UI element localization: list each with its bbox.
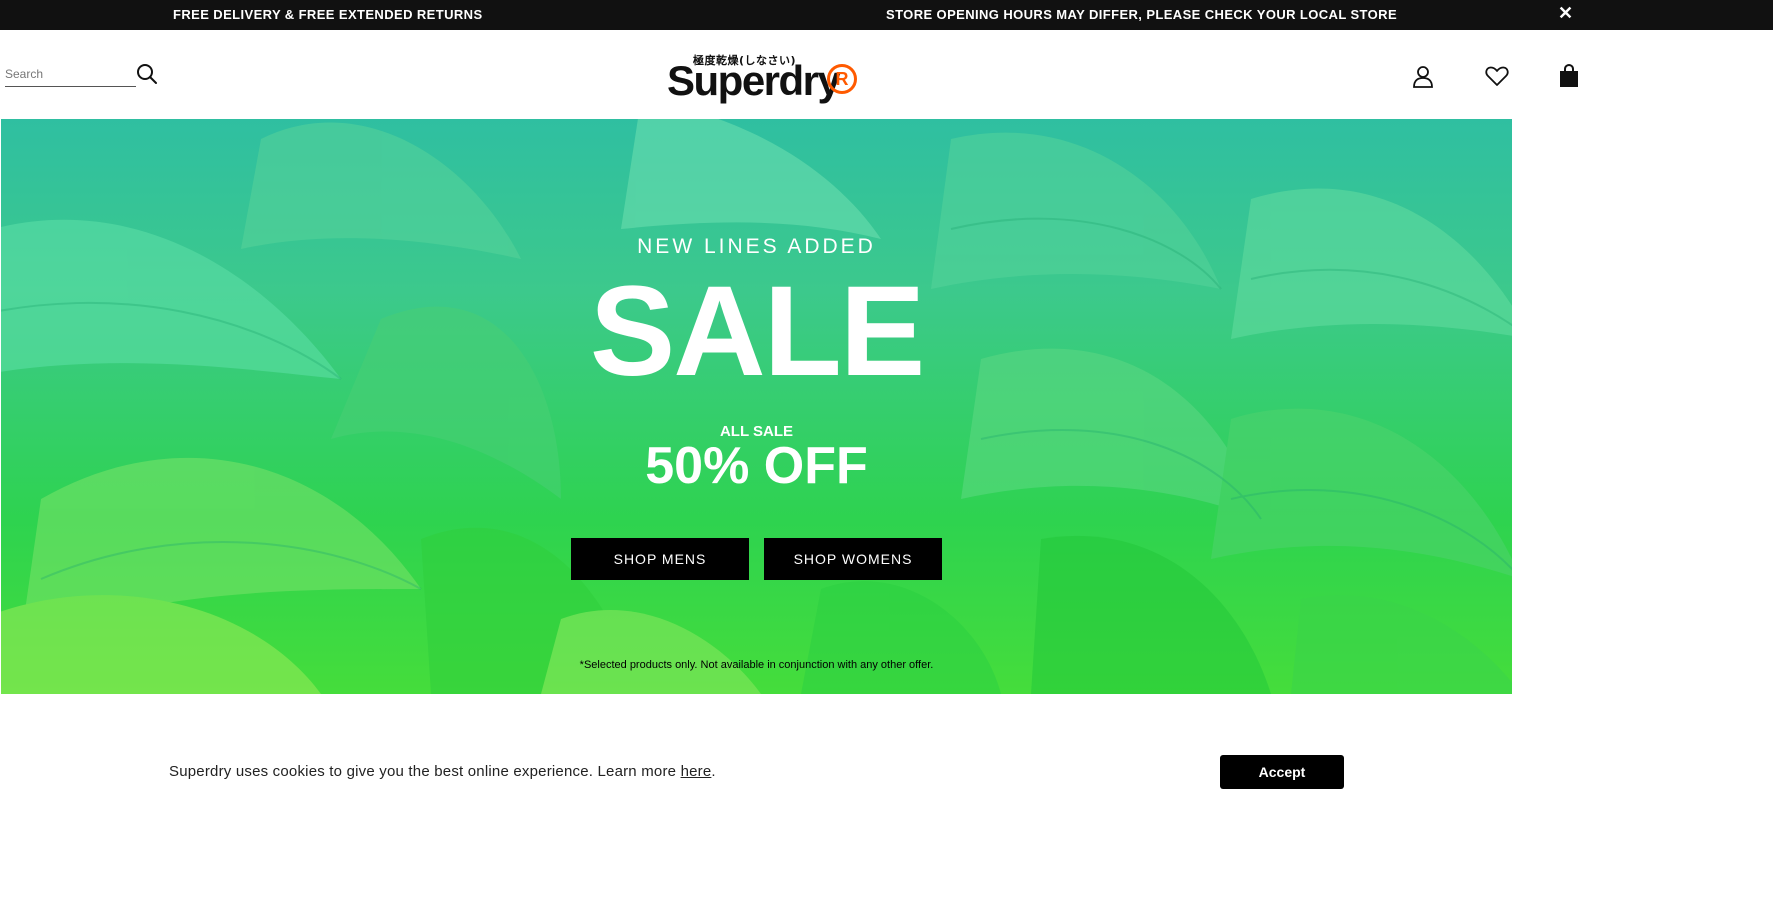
hero-headline: SALE: [589, 260, 925, 403]
logo-registered-mark: R: [827, 64, 857, 94]
hero-eyebrow: NEW LINES ADDED: [637, 235, 876, 258]
account-icon[interactable]: [1411, 64, 1435, 88]
search-icon[interactable]: [136, 63, 158, 85]
announcement-store-hours: STORE OPENING HOURS MAY DIFFER, PLEASE C…: [886, 7, 1398, 22]
superdry-logo[interactable]: 極度乾燥(しなさい) Superdry R: [667, 52, 867, 104]
announcement-delivery: FREE DELIVERY & FREE EXTENDED RETURNS: [173, 7, 483, 22]
logo-wordmark: Superdry: [667, 57, 841, 104]
hero-disclaimer: *Selected products only. Not available i…: [579, 659, 934, 671]
hero-content: NEW LINES ADDED SALE ALL SALE 50% OFF SH…: [1, 119, 1512, 694]
cookie-message: Superdry uses cookies to give you the be…: [169, 763, 716, 780]
search-input[interactable]: [5, 64, 133, 84]
search-field: [5, 64, 136, 87]
site-header: 極度乾燥(しなさい) Superdry R: [0, 30, 1773, 119]
announcement-bar: FREE DELIVERY & FREE EXTENDED RETURNS ST…: [0, 0, 1773, 30]
wishlist-icon[interactable]: [1485, 65, 1509, 87]
hero-discount: 50% OFF: [645, 437, 868, 495]
shop-mens-button[interactable]: SHOP MENS: [571, 538, 749, 580]
hero-banner[interactable]: NEW LINES ADDED SALE ALL SALE 50% OFF SH…: [1, 119, 1512, 694]
cookie-learn-more-link[interactable]: here: [681, 763, 712, 780]
cookie-text: Superdry uses cookies to give you the be…: [169, 763, 681, 780]
accept-cookies-button[interactable]: Accept: [1220, 755, 1344, 789]
close-icon[interactable]: ✕: [1558, 3, 1573, 23]
cookie-banner: Superdry uses cookies to give you the be…: [0, 740, 1773, 801]
bag-icon[interactable]: [1559, 64, 1579, 88]
shop-womens-button[interactable]: SHOP WOMENS: [764, 538, 942, 580]
cookie-text-suffix: .: [711, 763, 716, 780]
